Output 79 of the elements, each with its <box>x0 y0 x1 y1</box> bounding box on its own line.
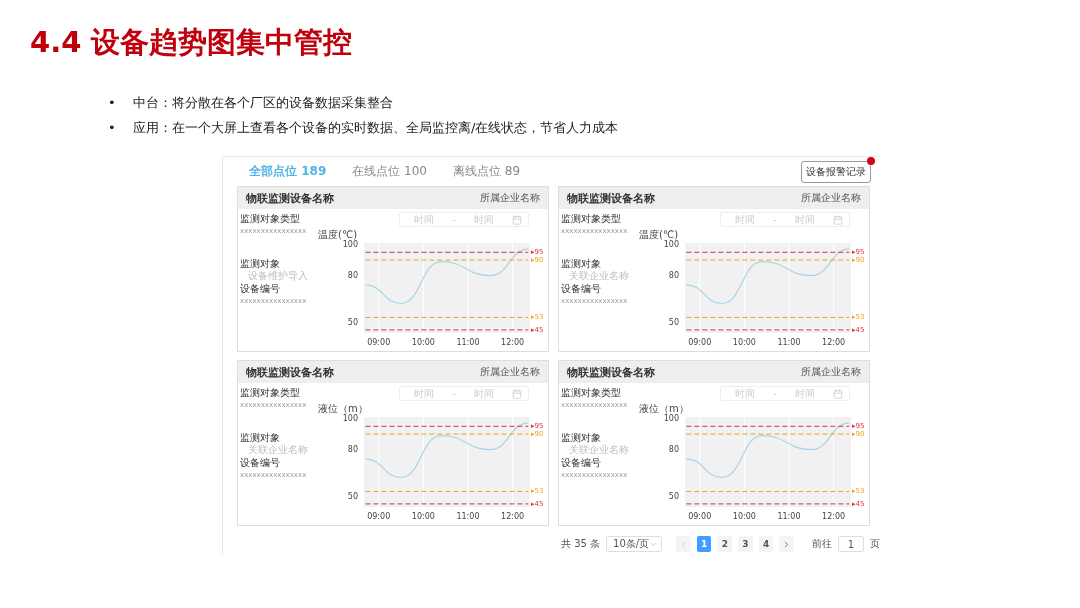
calendar-icon <box>512 214 522 225</box>
axis-tick-label: 11:00 <box>456 512 480 521</box>
next-page-button[interactable] <box>779 536 795 552</box>
company-name: 所属企业名称 <box>480 191 540 205</box>
page-number-field[interactable]: 1 <box>838 536 865 552</box>
axis-tick-label: 80 <box>347 445 358 455</box>
axis-tick-label: 12:00 <box>822 338 846 347</box>
field-value: 关联企业名称 <box>568 444 629 456</box>
page-size-select[interactable]: 10条/页 <box>606 536 663 552</box>
axis-tick-label: 50 <box>668 491 679 501</box>
device-name: 物联监测设备名称 <box>246 190 334 206</box>
axis-tick-label: 100 <box>663 414 679 424</box>
field-label: 监测对象 <box>240 431 281 444</box>
field-value: 关联企业名称 <box>247 444 308 456</box>
calendar-icon <box>512 388 522 399</box>
axis-tick-label: 12:00 <box>822 512 846 521</box>
axis-tick-label: 50 <box>347 317 358 327</box>
axis-tick-label: 09:00 <box>688 338 712 347</box>
axis-tick-label: 09:00 <box>367 338 391 347</box>
field-label: 监测对象类型 <box>561 212 622 225</box>
axis-tick-label: 09:00 <box>688 512 712 521</box>
field-label: 监测对象 <box>240 257 281 270</box>
field-label: 设备编号 <box>240 456 281 469</box>
company-name: 所属企业名称 <box>801 191 861 205</box>
page-button[interactable]: 3 <box>738 536 753 552</box>
axis-tick-label: 10:00 <box>732 512 756 521</box>
axis-tick-label: 100 <box>342 240 358 250</box>
company-name: 所属企业名称 <box>480 365 540 379</box>
page-button[interactable]: 4 <box>758 536 774 552</box>
status-tab[interactable]: 离线点位 89 <box>452 163 521 180</box>
field-label: 设备编号 <box>561 282 602 295</box>
page-suffix: 页 <box>870 537 881 551</box>
bullet-marker: • <box>108 94 117 112</box>
device-name: 物联监测设备名称 <box>567 190 655 206</box>
axis-tick-label: 80 <box>668 271 679 281</box>
slide-title: 4.4 设备趋势图集中管控 <box>30 24 353 61</box>
page-button[interactable]: 1 <box>696 536 712 552</box>
axis-tick-label: 100 <box>663 240 679 250</box>
field-label: 监测对象类型 <box>561 386 622 399</box>
axis-tick-label: 12:00 <box>501 512 525 521</box>
status-tab[interactable]: 在线点位 100 <box>352 163 427 180</box>
axis-title: 液位（m） <box>318 403 368 414</box>
bullet-text: 中台：将分散在各个厂区的设备数据采集整合 <box>133 94 393 112</box>
axis-tick-label: 10:00 <box>732 338 756 347</box>
axis-tick-label: 12:00 <box>501 338 525 347</box>
axis-tick-label: 11:00 <box>777 512 801 521</box>
previous-page-button[interactable] <box>676 536 691 552</box>
device-name: 物联监测设备名称 <box>567 364 655 380</box>
calendar-icon <box>833 214 843 225</box>
total-count: 共 35 条 <box>561 537 601 551</box>
bullet-text: 应用：在一个大屏上查看各个设备的实时数据、全局监控离/在线状态，节省人力成本 <box>133 119 619 137</box>
goto-label: 前往 <box>812 537 833 551</box>
axis-tick-label: 50 <box>668 317 679 327</box>
axis-tick-label: 100 <box>342 414 358 424</box>
field-label: 监测对象 <box>561 431 602 444</box>
axis-tick-label: 10:00 <box>411 512 435 521</box>
page-button[interactable]: 2 <box>717 536 733 552</box>
status-tab[interactable]: 全部点位 189 <box>249 163 327 180</box>
axis-title: 温度(℃) <box>639 229 679 240</box>
axis-tick-label: 80 <box>668 445 679 455</box>
axis-tick-label: 50 <box>347 491 358 501</box>
axis-title: 温度(℃) <box>318 229 358 240</box>
axis-tick-label: 11:00 <box>777 338 801 347</box>
axis-tick-label: 10:00 <box>411 338 435 347</box>
field-label: 设备编号 <box>561 456 602 469</box>
field-label: 监测对象类型 <box>240 386 301 399</box>
company-name: 所属企业名称 <box>801 365 861 379</box>
chevron-left-icon <box>679 539 688 549</box>
field-label: 监测对象类型 <box>240 212 301 225</box>
bullet-marker: • <box>108 119 117 137</box>
axis-tick-label: 11:00 <box>456 338 480 347</box>
field-label: 设备编号 <box>240 282 281 295</box>
field-value: 关联企业名称 <box>568 270 629 282</box>
axis-title: 液位（m） <box>639 403 689 414</box>
device-name: 物联监测设备名称 <box>246 364 334 380</box>
axis-tick-label: 09:00 <box>367 512 391 521</box>
axis-tick-label: 80 <box>347 271 358 281</box>
field-label: 监测对象 <box>561 257 602 270</box>
calendar-icon <box>833 388 843 399</box>
